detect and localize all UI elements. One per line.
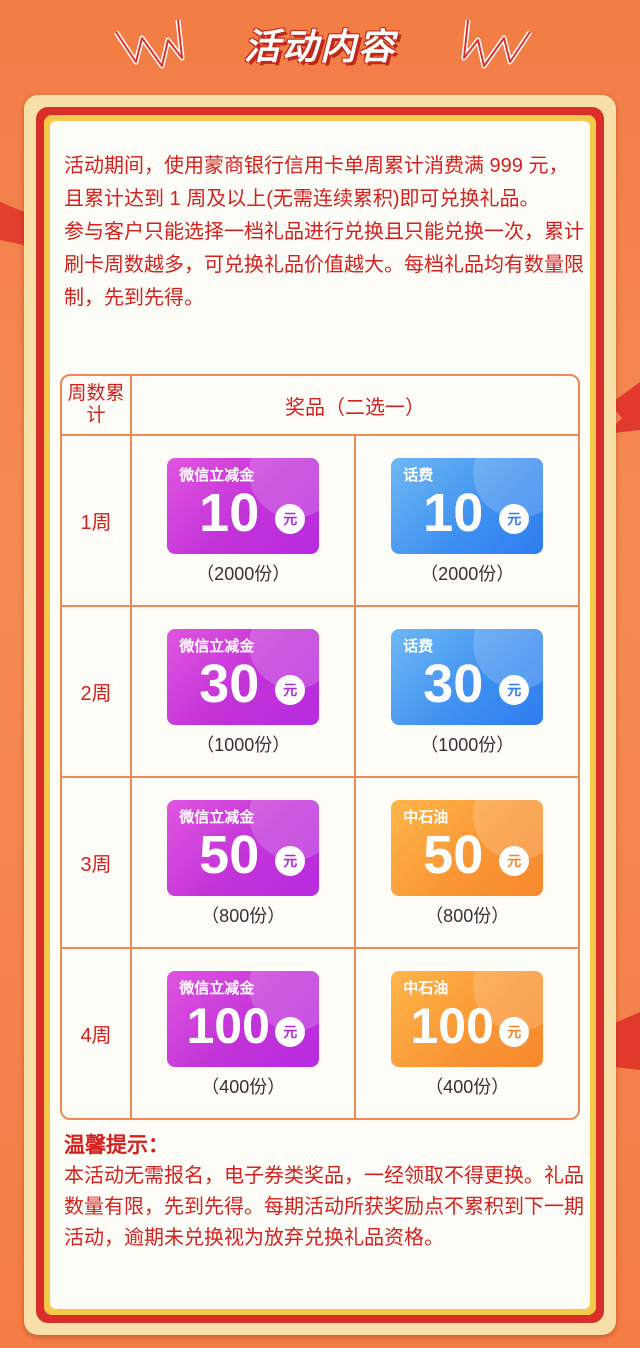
coupon-amount: 30 (199, 654, 260, 714)
coupon-quantity: （2000份） (420, 564, 515, 584)
coupon-quantity: （800份） (425, 906, 510, 926)
coupon-unit-badge: 元 (499, 846, 530, 876)
prize-option-right: 话费 30 元 （1000份） (356, 607, 578, 778)
coupon-quantity: （400份） (425, 1077, 510, 1097)
coupon-unit-badge: 元 (499, 675, 530, 705)
week-label: 4周 (62, 949, 132, 1118)
prize-option-left: 微信立减金 10 元 （2000份） (132, 436, 357, 607)
coupon-amount: 10 (199, 483, 260, 543)
coupon-amount: 30 (423, 654, 484, 714)
week-label: 2周 (62, 607, 132, 778)
header-week-count: 周数累计 (62, 376, 132, 436)
coupon-unit-badge: 元 (499, 1017, 530, 1047)
coupon-quantity: （400份） (201, 1077, 286, 1097)
prize-option-right: 中石油 50 元 （800份） (356, 778, 578, 949)
coupon-quantity: （1000份） (196, 735, 291, 755)
intro-paragraph-1: 活动期间，使用蒙商银行信用卡单周累计消费满 999 元，且累计达到 1 周及以上… (64, 155, 569, 210)
tips-body: 本活动无需报名，电子券类奖品，一经领取不得更换。礼品数量有限，先到先得。每期活动… (64, 1165, 584, 1249)
week-label: 3周 (62, 778, 132, 949)
coupon-unit-badge: 元 (275, 675, 306, 705)
intro-paragraph-2: 参与客户只能选择一档礼品进行兑换且只能兑换一次，累计刷卡周数越多，可兑换礼品价值… (64, 221, 584, 309)
petrochina-coupon-card: 中石油 100 元 (391, 971, 544, 1067)
lightning-bolt-right-icon (461, 19, 533, 69)
page-title: 活动内容 (243, 26, 396, 67)
coupon-unit-badge: 元 (275, 846, 306, 876)
table-row: 2周 微信立减金 30 元 （1000份） 话费 30 元 （1000份） (62, 607, 578, 778)
prize-table: 周数累计 奖品（二选一） 1周 微信立减金 10 元 （2000份） 话费 10… (60, 374, 580, 1120)
coupon-amount: 10 (423, 483, 484, 543)
coupon-quantity: （1000份） (420, 735, 515, 755)
tips-title: 温馨提示： (64, 1134, 169, 1157)
table-row: 4周 微信立减金 100 元 （400份） 中石油 100 元 （400份） (62, 949, 578, 1118)
coupon-amount: 100 (186, 998, 270, 1054)
table-row: 3周 微信立减金 50 元 （800份） 中石油 50 元 （800份） (62, 778, 578, 949)
prize-option-right: 中石油 100 元 （400份） (356, 949, 578, 1118)
petrochina-coupon-card: 中石油 50 元 (391, 800, 544, 896)
prize-option-left: 微信立减金 100 元 （400份） (132, 949, 357, 1118)
coupon-unit-badge: 元 (499, 504, 530, 534)
prize-option-left: 微信立减金 30 元 （1000份） (132, 607, 357, 778)
header-prize: 奖品（二选一） (132, 376, 578, 436)
coupon-unit-badge: 元 (275, 504, 306, 534)
phone-credit-coupon-card: 话费 10 元 (391, 458, 544, 554)
prize-table-header: 周数累计 奖品（二选一） (62, 376, 578, 436)
wechat-coupon-card: 微信立减金 10 元 (167, 458, 320, 554)
week-label: 1周 (62, 436, 132, 607)
wechat-coupon-card: 微信立减金 30 元 (167, 629, 320, 725)
phone-credit-coupon-card: 话费 30 元 (391, 629, 544, 725)
coupon-unit-badge: 元 (275, 1017, 306, 1047)
prize-option-left: 微信立减金 50 元 （800份） (132, 778, 357, 949)
prize-option-right: 话费 10 元 （2000份） (356, 436, 578, 607)
coupon-quantity: （800份） (201, 906, 286, 926)
coupon-amount: 50 (199, 825, 260, 885)
wechat-coupon-card: 微信立减金 50 元 (167, 800, 320, 896)
intro-text: 活动期间，使用蒙商银行信用卡单周累计消费满 999 元，且累计达到 1 周及以上… (64, 150, 584, 315)
wechat-coupon-card: 微信立减金 100 元 (167, 971, 320, 1067)
header: 活动内容 (0, 0, 640, 80)
tips-section: 温馨提示： 本活动无需报名，电子券类奖品，一经领取不得更换。礼品数量有限，先到先… (64, 1130, 584, 1254)
table-row: 1周 微信立减金 10 元 （2000份） 话费 10 元 （2000份） (62, 436, 578, 607)
coupon-amount: 100 (410, 998, 494, 1054)
coupon-quantity: （2000份） (196, 564, 291, 584)
coupon-amount: 50 (423, 825, 484, 885)
